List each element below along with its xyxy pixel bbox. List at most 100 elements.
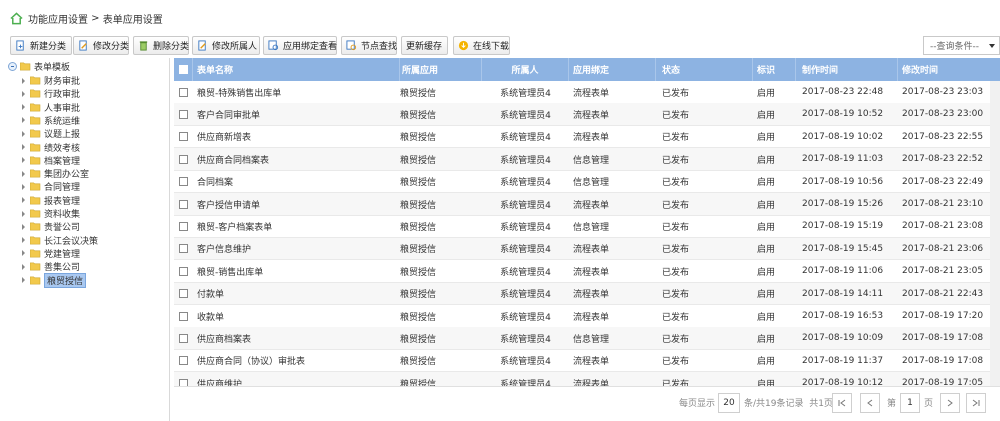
row-checkbox[interactable] xyxy=(179,177,188,187)
table-row[interactable]: 客户授信申请单 粮贸授信 系统管理员4 流程表单 已发布 启用 2017-08-19 15:… xyxy=(174,193,1000,216)
row-checkbox[interactable] xyxy=(179,109,188,119)
row-select-cell[interactable] xyxy=(174,283,193,305)
online-download-button[interactable]: 在线下载 xyxy=(453,36,510,55)
breadcrumb-parent[interactable]: 功能应用设置 xyxy=(28,11,88,26)
expand-arrow-icon[interactable] xyxy=(22,263,25,270)
tree-item[interactable]: 善集公司 xyxy=(22,260,80,273)
expand-arrow-icon[interactable] xyxy=(22,170,25,177)
expand-arrow-icon[interactable] xyxy=(22,277,25,283)
tree-item[interactable]: 贵誉公司 xyxy=(22,220,80,233)
query-condition-select[interactable]: --查询条件-- xyxy=(923,36,1000,55)
expand-arrow-icon[interactable] xyxy=(22,183,25,190)
expand-arrow-icon[interactable] xyxy=(22,223,25,230)
table-row[interactable]: 粮贸-销售出库单 粮贸授信 系统管理员4 流程表单 已发布 启用 2017-08-19 11… xyxy=(174,260,1000,283)
row-select-cell[interactable] xyxy=(174,126,193,148)
table-row[interactable]: 收款单 粮贸授信 系统管理员4 流程表单 已发布 启用 2017-08-19 16:53 20… xyxy=(174,305,1000,328)
table-row[interactable]: 供应商合同档案表 粮贸授信 系统管理员4 信息管理 已发布 启用 2017-08-19 11… xyxy=(174,148,1000,171)
column-header-app[interactable]: 所属应用 xyxy=(400,58,482,81)
last-page-button[interactable] xyxy=(966,393,986,413)
expand-arrow-icon[interactable] xyxy=(22,237,25,244)
prev-page-button[interactable] xyxy=(860,393,880,413)
new-category-button[interactable]: 新建分类 xyxy=(10,36,72,55)
column-header-binding[interactable]: 应用绑定 xyxy=(569,58,656,81)
row-select-cell[interactable] xyxy=(174,171,193,193)
tree-item[interactable]: 档案管理 xyxy=(22,154,80,167)
table-row[interactable]: 粮贸-客户档案表单 粮贸授信 系统管理员4 信息管理 已发布 启用 2017-08-19 1… xyxy=(174,215,1000,238)
expand-arrow-icon[interactable] xyxy=(22,104,25,111)
tree-item[interactable]: 长江会议决策 xyxy=(22,234,98,247)
row-select-cell[interactable] xyxy=(174,238,193,260)
column-header-modified[interactable]: 修改时间 xyxy=(898,58,1000,81)
tree-item[interactable]: 行政审批 xyxy=(22,87,80,100)
expand-arrow-icon[interactable] xyxy=(22,90,25,97)
tree-item[interactable]: 人事审批 xyxy=(22,101,80,114)
table-row[interactable]: 供应商合同（协议）审批表 粮贸授信 系统管理员4 流程表单 已发布 启用 2017-08-1… xyxy=(174,350,1000,373)
find-node-button[interactable]: 节点查找 xyxy=(341,36,397,55)
delete-category-button[interactable]: 删除分类 xyxy=(133,36,189,55)
table-row[interactable]: 粮贸-特殊销售出库单 粮贸授信 系统管理员4 流程表单 已发布 启用 2017-08-23 … xyxy=(174,81,1000,104)
expand-arrow-icon[interactable] xyxy=(22,197,25,204)
row-select-cell[interactable] xyxy=(174,81,193,103)
row-checkbox[interactable] xyxy=(179,289,188,299)
row-checkbox[interactable] xyxy=(179,199,188,209)
table-row[interactable]: 客户信息维护 粮贸授信 系统管理员4 流程表单 已发布 启用 2017-08-19 15:4… xyxy=(174,237,1000,261)
expand-arrow-icon[interactable] xyxy=(22,250,25,257)
vertical-scrollbar[interactable] xyxy=(990,81,1000,386)
header-select-all[interactable] xyxy=(174,58,193,81)
row-checkbox[interactable] xyxy=(179,311,188,321)
column-header-name[interactable]: 表单名称 xyxy=(193,58,400,81)
table-row[interactable]: 供应商新增表 粮贸授信 系统管理员4 流程表单 已发布 启用 2017-08-19 10:0… xyxy=(174,126,1000,149)
view-binding-button[interactable]: 应用绑定查看 xyxy=(263,36,337,55)
row-checkbox[interactable] xyxy=(179,378,188,386)
row-select-cell[interactable] xyxy=(174,148,193,170)
row-checkbox[interactable] xyxy=(179,244,188,254)
per-page-input[interactable]: 20 xyxy=(718,393,740,413)
row-checkbox[interactable] xyxy=(179,266,188,276)
tree-item[interactable]: 绩效考核 xyxy=(22,141,80,154)
table-row[interactable]: 合同档案 粮贸授信 系统管理员4 信息管理 已发布 启用 2017-08-19 10:56 2… xyxy=(174,171,1000,194)
table-row[interactable]: 付款单 粮贸授信 系统管理员4 流程表单 已发布 启用 2017-08-19 14:11 20… xyxy=(174,282,1000,306)
table-row[interactable]: 客户合同审批单 粮贸授信 系统管理员4 流程表单 已发布 启用 2017-08-19 10:… xyxy=(174,103,1000,126)
row-checkbox[interactable] xyxy=(179,154,188,164)
table-row[interactable]: 供应商档案表 粮贸授信 系统管理员4 信息管理 已发布 启用 2017-08-19 10:0… xyxy=(174,327,1000,350)
tree-item[interactable]: 财务审批 xyxy=(22,74,80,87)
expand-arrow-icon[interactable] xyxy=(22,130,25,137)
row-select-cell[interactable] xyxy=(174,193,193,215)
column-header-created[interactable]: 制作时间 xyxy=(796,58,898,81)
tree-item[interactable]: 报表管理 xyxy=(22,194,80,207)
expand-arrow-icon[interactable] xyxy=(22,210,25,217)
row-select-cell[interactable] xyxy=(174,260,193,282)
row-checkbox[interactable] xyxy=(179,221,188,231)
tree-root[interactable]: 表单模板 xyxy=(8,60,70,73)
row-select-cell[interactable] xyxy=(174,327,193,349)
edit-category-button[interactable]: 修改分类 xyxy=(73,36,129,55)
first-page-button[interactable] xyxy=(832,393,852,413)
refresh-cache-button[interactable]: 更新缓存 xyxy=(401,36,448,55)
column-header-owner[interactable]: 所属人 xyxy=(482,58,569,81)
row-select-cell[interactable] xyxy=(174,350,193,372)
tree-item[interactable]: 资料收集 xyxy=(22,207,80,220)
row-checkbox[interactable] xyxy=(179,132,188,142)
tree-item[interactable]: 合同管理 xyxy=(22,180,80,193)
expand-arrow-icon[interactable] xyxy=(22,117,25,124)
row-checkbox[interactable] xyxy=(179,356,188,366)
tree-item[interactable]: 议题上报 xyxy=(22,127,80,140)
row-select-cell[interactable] xyxy=(174,372,193,386)
select-all-checkbox[interactable] xyxy=(178,65,188,74)
row-select-cell[interactable] xyxy=(174,215,193,237)
table-row[interactable]: 供应商维护 粮贸授信 系统管理员4 流程表单 已发布 启用 2017-08-19 10:12… xyxy=(174,372,1000,386)
row-select-cell[interactable] xyxy=(174,103,193,125)
tree-item[interactable]: 系统运维 xyxy=(22,114,80,127)
expand-arrow-icon[interactable] xyxy=(22,144,25,150)
tree-item[interactable]: 集团办公室 xyxy=(22,167,89,180)
expand-arrow-icon[interactable] xyxy=(22,157,25,164)
column-header-flag[interactable]: 标识 xyxy=(753,58,796,81)
tree-item[interactable]: 粮贸授信 xyxy=(22,272,87,288)
expand-arrow-icon[interactable] xyxy=(22,77,25,84)
next-page-button[interactable] xyxy=(940,393,960,413)
edit-owner-button[interactable]: 修改所属人 xyxy=(192,36,260,55)
row-select-cell[interactable] xyxy=(174,305,193,327)
row-checkbox[interactable] xyxy=(179,333,188,343)
collapse-icon[interactable] xyxy=(8,62,17,71)
page-input[interactable]: 1 xyxy=(900,393,920,413)
